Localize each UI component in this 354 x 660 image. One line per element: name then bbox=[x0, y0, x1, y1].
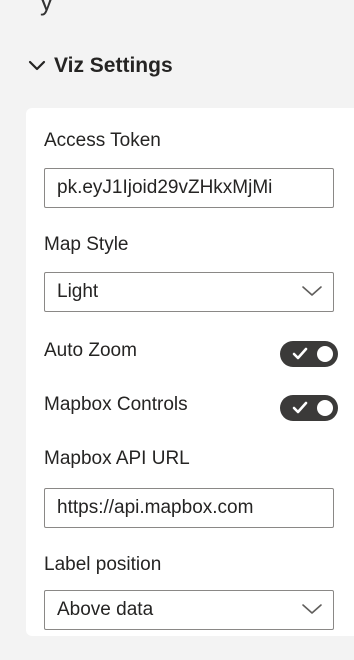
mapbox-api-url-label: Mapbox API URL bbox=[44, 448, 190, 469]
mapbox-api-url-field[interactable] bbox=[44, 488, 334, 528]
auto-zoom-toggle[interactable] bbox=[280, 341, 338, 367]
clipped-header-fragment: y bbox=[40, 0, 54, 16]
checkmark-icon bbox=[292, 347, 308, 360]
section-title: Viz Settings bbox=[54, 54, 173, 77]
label-position-selected: Above data bbox=[57, 599, 154, 620]
map-style-selected: Light bbox=[57, 281, 99, 302]
auto-zoom-label: Auto Zoom bbox=[44, 340, 137, 361]
access-token-input[interactable] bbox=[57, 177, 321, 199]
chevron-down-icon bbox=[301, 281, 323, 303]
map-style-dropdown[interactable]: Light bbox=[44, 272, 334, 312]
toggle-knob bbox=[317, 346, 333, 362]
chevron-down-icon bbox=[301, 599, 323, 621]
mapbox-controls-toggle[interactable] bbox=[280, 395, 338, 421]
access-token-label: Access Token bbox=[44, 130, 161, 151]
mapbox-api-url-input[interactable] bbox=[57, 497, 321, 519]
settings-panel: Access Token Map Style Light Auto Zoom M… bbox=[26, 108, 354, 636]
mapbox-controls-label: Mapbox Controls bbox=[44, 394, 188, 415]
toggle-knob bbox=[317, 400, 333, 416]
chevron-down-icon bbox=[28, 60, 46, 72]
label-position-label: Label position bbox=[44, 554, 162, 575]
label-position-dropdown[interactable]: Above data bbox=[44, 590, 334, 630]
viz-settings-header[interactable]: Viz Settings bbox=[28, 54, 173, 78]
checkmark-icon bbox=[292, 401, 308, 414]
map-style-label: Map Style bbox=[44, 234, 129, 255]
access-token-field[interactable] bbox=[44, 168, 334, 208]
